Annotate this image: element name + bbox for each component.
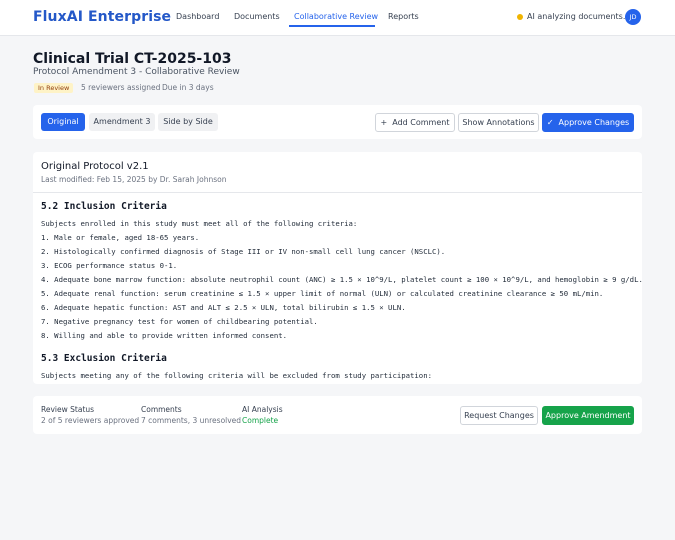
- plus-icon: +: [380, 118, 388, 127]
- ai-analysis-value: Complete: [242, 416, 279, 425]
- review-toolbar: Original Amendment 3 Side by Side + Add C…: [33, 105, 642, 139]
- nav-reports[interactable]: Reports: [388, 12, 419, 21]
- due-date: Due in 3 days: [162, 83, 214, 92]
- ai-status-text: AI analyzing documents...: [527, 12, 631, 21]
- tab-amendment-3[interactable]: Amendment 3: [89, 113, 155, 131]
- tab-side-by-side[interactable]: Side by Side: [158, 113, 218, 131]
- page-title: Clinical Trial CT-2025-103: [33, 51, 232, 67]
- show-annotations-button[interactable]: Show Annotations: [458, 113, 539, 132]
- add-comment-button[interactable]: + Add Comment: [375, 113, 455, 132]
- brand-logo[interactable]: FluxAI Enterprise: [33, 9, 171, 25]
- nav-collaborative-review[interactable]: Collaborative Review: [294, 12, 378, 21]
- nav-dashboard[interactable]: Dashboard: [176, 12, 219, 21]
- page-subtitle: Protocol Amendment 3 - Collaborative Rev…: [33, 67, 240, 77]
- comments-value: 7 comments, 3 unresolved: [141, 416, 242, 425]
- document-last-modified: Last modified: Feb 15, 2025 by Dr. Sarah…: [41, 175, 227, 184]
- list-item: 3. ECOG performance status 0-1.: [41, 261, 178, 270]
- list-item: 7. Negative pregnancy test for women of …: [41, 317, 318, 326]
- divider: [33, 192, 642, 193]
- list-item: 8. Willing and able to provide written i…: [41, 331, 288, 340]
- reviewers-count: 5 reviewers assigned: [81, 83, 161, 92]
- approve-changes-button[interactable]: ✓ Approve Changes: [542, 113, 634, 132]
- document-viewer[interactable]: Original Protocol v2.1 Last modified: Fe…: [33, 152, 642, 384]
- request-changes-button[interactable]: Request Changes: [460, 406, 538, 425]
- approve-amendment-button[interactable]: Approve Amendment: [542, 406, 634, 425]
- tab-original[interactable]: Original: [41, 113, 85, 131]
- list-item: 1. Male or female, aged 18-65 years.: [41, 233, 200, 242]
- active-nav-indicator: [289, 25, 375, 27]
- inclusion-intro: Subjects enrolled in this study must mee…: [41, 219, 358, 228]
- document-title: Original Protocol v2.1: [41, 161, 149, 172]
- comments-label: Comments: [141, 405, 182, 414]
- review-status-value: 2 of 5 reviewers approved: [41, 416, 140, 425]
- top-navigation-bar: FluxAI Enterprise Dashboard Documents Co…: [0, 0, 675, 36]
- exclusion-criteria-heading: 5.3 Exclusion Criteria: [41, 353, 167, 364]
- check-icon: ✓: [546, 118, 554, 127]
- list-item: 5. Adequate renal function: serum creati…: [41, 289, 604, 298]
- ai-status-dot-icon: [517, 14, 523, 20]
- exclusion-intro: Subjects meeting any of the following cr…: [41, 371, 432, 380]
- inclusion-criteria-heading: 5.2 Inclusion Criteria: [41, 201, 167, 212]
- user-avatar[interactable]: JD: [625, 9, 641, 25]
- status-badge: In Review: [34, 83, 74, 93]
- list-item: 4. Adequate bone marrow function: absolu…: [41, 275, 642, 284]
- review-status-label: Review Status: [41, 405, 95, 414]
- ai-analysis-label: AI Analysis: [242, 405, 283, 414]
- list-item: 2. Histologically confirmed diagnosis of…: [41, 247, 446, 256]
- list-item: 6. Adequate hepatic function: AST and AL…: [41, 303, 406, 312]
- nav-documents[interactable]: Documents: [234, 12, 280, 21]
- review-footer: Review Status 2 of 5 reviewers approved …: [33, 396, 642, 434]
